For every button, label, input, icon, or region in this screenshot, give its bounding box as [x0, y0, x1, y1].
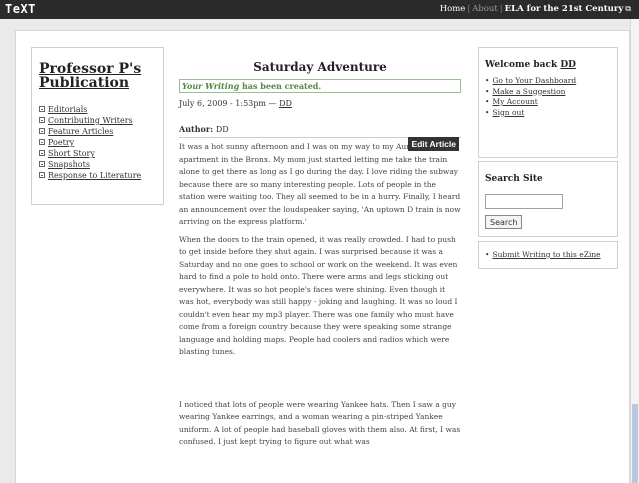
- author-name: DD: [215, 125, 229, 134]
- account-link-item: My Account: [485, 97, 617, 108]
- nav-about-link[interactable]: About: [472, 4, 498, 14]
- menu-item-snapshots[interactable]: Snapshots: [39, 159, 163, 170]
- menu-item-poetry[interactable]: Poetry: [39, 137, 163, 148]
- status-message: Your Writing has been created.: [179, 79, 461, 93]
- article-author-link[interactable]: DD: [279, 99, 292, 108]
- search-input[interactable]: [485, 194, 563, 209]
- welcome-user-link[interactable]: DD: [560, 60, 576, 70]
- author-label: Author:: [179, 124, 216, 134]
- article-meta: July 6, 2009 - 1:53pm — DD: [179, 99, 461, 108]
- menu-item-label[interactable]: Snapshots: [48, 160, 90, 169]
- submit-link-item: Submit Writing to this eZine: [485, 250, 617, 261]
- top-nav: Home | About | ELA for the 21st Century ⧉: [439, 4, 631, 14]
- external-link-icon: ⧉: [625, 4, 631, 13]
- nav-home-link[interactable]: Home: [440, 4, 466, 14]
- category-menu: Editorials Contributing Writers Feature …: [39, 104, 163, 181]
- nav-ela-link[interactable]: ELA for the 21st Century: [505, 4, 624, 14]
- collapse-box-icon: [39, 150, 45, 156]
- site-logo[interactable]: TeXT: [5, 2, 36, 16]
- article-title: Saturday Adventure: [253, 60, 387, 74]
- sign-out-link[interactable]: Sign out: [492, 108, 524, 117]
- status-message-emphasis: Your Writing: [182, 81, 240, 91]
- collapse-box-icon: [39, 161, 45, 167]
- page-container: Professor P's Publication Editorials Con…: [15, 30, 630, 483]
- search-heading: Search Site: [485, 174, 543, 184]
- scrollbar-thumb[interactable]: [632, 404, 638, 483]
- menu-item-contributing-writers[interactable]: Contributing Writers: [39, 115, 163, 126]
- article-paragraph: When the doors to the train opened, it w…: [179, 234, 458, 357]
- menu-item-short-story[interactable]: Short Story: [39, 148, 163, 159]
- article-date: July 6, 2009 - 1:53pm —: [179, 99, 280, 108]
- collapse-box-icon: [39, 128, 45, 134]
- menu-item-label[interactable]: Poetry: [48, 138, 74, 147]
- publication-sidebar: Professor P's Publication Editorials Con…: [31, 47, 164, 205]
- collapse-box-icon: [39, 106, 45, 112]
- collapse-box-icon: [39, 117, 45, 123]
- submit-list: Submit Writing to this eZine: [485, 250, 617, 261]
- menu-item-label[interactable]: Short Story: [48, 149, 95, 158]
- menu-item-label[interactable]: Response to Literature: [48, 171, 141, 180]
- edit-article-button[interactable]: Edit Article: [408, 137, 459, 151]
- submit-box: Submit Writing to this eZine: [478, 241, 618, 269]
- top-bar: TeXT Home | About | ELA for the 21st Century…: [0, 0, 639, 19]
- dashboard-link-item: Go to Your Dashboard: [485, 76, 617, 87]
- welcome-prefix: Welcome back: [485, 60, 561, 70]
- search-button[interactable]: Search: [485, 215, 523, 229]
- search-box: Search Site Search: [478, 161, 618, 237]
- collapse-box-icon: [39, 172, 45, 178]
- publication-title[interactable]: Professor P's Publication: [39, 62, 163, 90]
- menu-item-label[interactable]: Feature Articles: [48, 127, 113, 136]
- article-paragraph: It was a hot sunny afternoon and I was o…: [179, 142, 461, 226]
- publication-title-line1: Professor P's: [39, 61, 142, 77]
- status-message-text: has been created.: [239, 81, 322, 91]
- article-column: Saturday Adventure Your Writing has been…: [179, 47, 461, 454]
- welcome-box: Welcome back DD Go to Your Dashboard Mak…: [478, 47, 618, 158]
- signout-link-item: Sign out: [485, 108, 617, 119]
- menu-item-editorials[interactable]: Editorials: [39, 104, 163, 115]
- welcome-heading: Welcome back DD: [485, 60, 617, 70]
- vertical-scrollbar[interactable]: [630, 19, 639, 483]
- submit-writing-link[interactable]: Submit Writing to this eZine: [492, 250, 600, 259]
- account-links: Go to Your Dashboard Make a Suggestion M…: [485, 76, 617, 118]
- menu-item-label[interactable]: Editorials: [48, 105, 87, 114]
- menu-item-feature-articles[interactable]: Feature Articles: [39, 126, 163, 137]
- my-account-link[interactable]: My Account: [492, 97, 537, 106]
- author-line: Author: DD: [179, 124, 461, 134]
- menu-item-label[interactable]: Contributing Writers: [48, 116, 133, 125]
- suggestion-link-item: Make a Suggestion: [485, 87, 617, 98]
- collapse-box-icon: [39, 139, 45, 145]
- dashboard-link[interactable]: Go to Your Dashboard: [492, 76, 576, 85]
- suggestion-link[interactable]: Make a Suggestion: [492, 87, 565, 96]
- article-body: It was a hot sunny afternoon and I was o…: [179, 141, 461, 449]
- article-paragraph: I noticed that lots of people were weari…: [179, 399, 461, 447]
- menu-item-response-to-literature[interactable]: Response to Literature: [39, 170, 163, 181]
- publication-title-line2: Publication: [39, 75, 130, 91]
